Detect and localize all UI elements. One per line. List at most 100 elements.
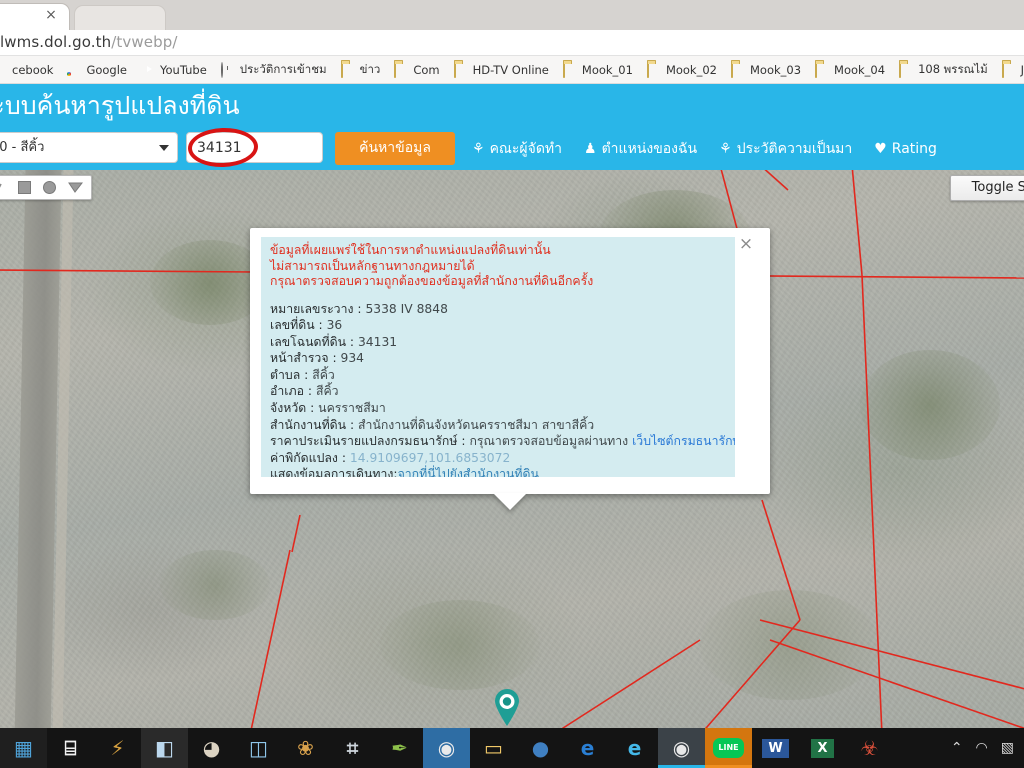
parcel-number-input[interactable] bbox=[186, 132, 323, 163]
nav-history[interactable]: ⚘ ประวัติความเป็นมา bbox=[719, 138, 852, 160]
team-icon: ⚘ bbox=[472, 141, 485, 157]
taskbar-scanner-icon[interactable]: ◧ bbox=[141, 728, 188, 768]
flash-gold-icon: ⚡ bbox=[110, 736, 125, 760]
taskbar-internet-explorer-icon[interactable]: e bbox=[611, 728, 658, 768]
bookmark--[interactable]: ประวัติการเข้าชม bbox=[214, 59, 334, 81]
bookmark-mook-03[interactable]: Mook_03 bbox=[724, 61, 808, 79]
taskbar-excel-icon[interactable]: X bbox=[799, 728, 846, 768]
bookmarks-bar: cebook Google YouTube ประวัติการเข้าชม ข่าว C… bbox=[0, 56, 1024, 84]
amphur-select[interactable]: 20 - สีคิ้ว bbox=[0, 132, 178, 163]
show-hidden-icons[interactable]: ⌃ bbox=[951, 741, 963, 755]
folder-icon bbox=[646, 62, 662, 78]
toggle-street-button[interactable]: Toggle Str bbox=[950, 175, 1024, 201]
popup-field-label: ตำบล : bbox=[270, 367, 313, 382]
land-parcel-marker[interactable] bbox=[494, 689, 520, 727]
excel-icon: X bbox=[811, 738, 834, 758]
taskbar-paint-brush-icon[interactable]: ✒ bbox=[376, 728, 423, 768]
amphur-select-value: 20 - สีคิ้ว bbox=[0, 140, 45, 155]
battery-icon[interactable]: ▧ bbox=[1001, 741, 1014, 755]
app-blue-icon: ▦ bbox=[14, 736, 33, 760]
popup-field-link[interactable]: จากที่นี่ไปยังสำนักงานที่ดิน bbox=[398, 467, 539, 477]
browser-tab-inactive[interactable] bbox=[74, 5, 166, 30]
url-path: /tvwebp/ bbox=[111, 33, 178, 51]
word-icon: W bbox=[762, 738, 789, 758]
bookmark-j-c[interactable]: J&C bbox=[995, 61, 1024, 79]
bookmark-mook-02[interactable]: Mook_02 bbox=[640, 61, 724, 79]
rectangle-tool-icon[interactable] bbox=[14, 178, 36, 198]
taskbar-word-icon[interactable]: W bbox=[752, 728, 799, 768]
url-text: lwms.dol.go.th/tvwebp/ bbox=[0, 33, 177, 51]
close-icon[interactable]: × bbox=[736, 234, 756, 254]
taskbar-photo-editor-icon[interactable]: ❀ bbox=[282, 728, 329, 768]
tab-close-icon[interactable]: × bbox=[42, 6, 60, 24]
taskbar-chrome-icon[interactable]: ◉ bbox=[658, 728, 705, 768]
bookmark-label: Com bbox=[413, 62, 440, 77]
taskbar-google-earth-icon[interactable]: ● bbox=[517, 728, 564, 768]
nav-my-location[interactable]: ♟ ตำแหน่งของฉัน bbox=[584, 138, 697, 160]
edge-icon: e bbox=[580, 736, 595, 760]
popup-field: จังหวัด : นครราชสีมา bbox=[270, 400, 725, 417]
nav-label: Rating bbox=[891, 141, 937, 157]
bookmark-108-[interactable]: 108 พรรณไม้ bbox=[892, 59, 995, 81]
header-nav: ⚘ คณะผู้จัดทำ ♟ ตำแหน่งของฉัน ⚘ ประวัติความเป… bbox=[472, 134, 937, 164]
taskbar-printer-icon[interactable]: ⌗ bbox=[329, 728, 376, 768]
popup-field: ตำบล : สีคิ้ว bbox=[270, 367, 725, 384]
bookmark-cebook[interactable]: cebook bbox=[0, 61, 60, 79]
file-explorer-icon: ▭ bbox=[484, 736, 503, 760]
app-header: ระบบค้นหารูปแปลงที่ดิน 20 - สีคิ้ว ค้นหา… bbox=[0, 84, 1024, 170]
taskbar-app-blue-icon[interactable]: ▦ bbox=[0, 728, 47, 768]
bookmark-label: HD-TV Online bbox=[472, 62, 549, 77]
taskbar-line-icon[interactable]: LINE bbox=[705, 728, 752, 768]
popup-field: หมายเลขระวาง : 5338 IV 8848 bbox=[270, 301, 725, 318]
popup-warning-line: ไม่สามารถเป็นหลักฐานทางกฎหมายได้ bbox=[270, 258, 475, 273]
popup-field: อำเภอ : สีคิ้ว bbox=[270, 383, 725, 400]
popup-field-link[interactable]: เว็บไซต์กรมธนารักษ์ bbox=[632, 434, 735, 448]
windows-taskbar: ▦ ⌸ ⚡ ◧ ◕ ◫ ❀ ⌗ ✒ ◉ ▭ ● e e ◉ LINE W X ☣ ⌃ ◠ ▧ bbox=[0, 728, 1024, 768]
page-title: ระบบค้นหารูปแปลงที่ดิน bbox=[0, 91, 240, 120]
system-tray: ⌃ ◠ ▧ bbox=[951, 728, 1020, 768]
bookmark-google[interactable]: Google bbox=[60, 61, 134, 79]
popup-field-value[interactable]: 14.9109697,101.6853072 bbox=[350, 451, 510, 465]
browser-address-bar[interactable]: lwms.dol.go.th/tvwebp/ bbox=[0, 30, 1024, 56]
palette-icon: ◕ bbox=[202, 736, 221, 760]
polygon-tool-icon[interactable] bbox=[65, 178, 87, 198]
polyline-tool-icon[interactable] bbox=[0, 178, 10, 198]
bookmark-label: 108 พรรณไม้ bbox=[918, 61, 988, 76]
folder-icon bbox=[815, 62, 830, 78]
bookmark-mook-01[interactable]: Mook_01 bbox=[556, 61, 640, 79]
bookmark-hd-tv-online[interactable]: HD-TV Online bbox=[447, 61, 556, 79]
popup-field-value: สีคิ้ว bbox=[312, 367, 335, 382]
popup-field-value: สำนักงานที่ดินจังหวัดนครราชสีมา สาขาสีคิ… bbox=[358, 417, 595, 432]
bookmark--[interactable]: ข่าว bbox=[334, 59, 388, 81]
popup-field-label: หน้าสำรวจ : bbox=[270, 351, 341, 366]
bookmark-mook-04[interactable]: Mook_04 bbox=[808, 61, 892, 79]
taskbar-calculator-icon[interactable]: ⌸ bbox=[47, 728, 94, 768]
taskbar-edge-icon[interactable]: e bbox=[564, 728, 611, 768]
nav-team[interactable]: ⚘ คณะผู้จัดทำ bbox=[472, 138, 562, 160]
folder-icon bbox=[394, 62, 409, 78]
folder-icon bbox=[453, 62, 469, 78]
taskbar-notes-icon[interactable]: ◫ bbox=[235, 728, 282, 768]
parcel-info-content: ข้อมูลที่เผยแพร่ใช้ในการหาตำแหน่งแปลงที่… bbox=[261, 237, 735, 477]
search-button[interactable]: ค้นหาข้อมูล bbox=[335, 132, 455, 165]
bookmark-label: cebook bbox=[12, 62, 54, 77]
rating-heart-icon: ♥ bbox=[874, 141, 887, 157]
taskbar-palette-icon[interactable]: ◕ bbox=[188, 728, 235, 768]
popup-field: หน้าสำรวจ : 934 bbox=[270, 350, 725, 367]
popup-field-label: หมายเลขระวาง : bbox=[270, 301, 366, 316]
circle-tool-icon[interactable] bbox=[39, 178, 61, 198]
bookmark-com[interactable]: Com bbox=[387, 61, 446, 79]
taskbar-camera-icon[interactable]: ◉ bbox=[423, 728, 470, 768]
taskbar-file-explorer-icon[interactable]: ▭ bbox=[470, 728, 517, 768]
map-draw-toolbar bbox=[0, 175, 92, 200]
bookmark-label: Mook_02 bbox=[665, 62, 717, 77]
nav-rating-heart[interactable]: ♥ Rating bbox=[874, 141, 937, 157]
bookmark-label: Mook_04 bbox=[834, 62, 886, 77]
bookmark-youtube[interactable]: YouTube bbox=[134, 61, 214, 79]
taskbar-antivirus-icon[interactable]: ☣ bbox=[846, 728, 893, 768]
taskbar-flash-gold-icon[interactable]: ⚡ bbox=[94, 728, 141, 768]
popup-field-value: สีคิ้ว bbox=[315, 384, 339, 399]
google-earth-icon: ● bbox=[531, 736, 550, 760]
wifi-icon[interactable]: ◠ bbox=[976, 741, 988, 755]
my-location-icon: ♟ bbox=[584, 141, 597, 157]
